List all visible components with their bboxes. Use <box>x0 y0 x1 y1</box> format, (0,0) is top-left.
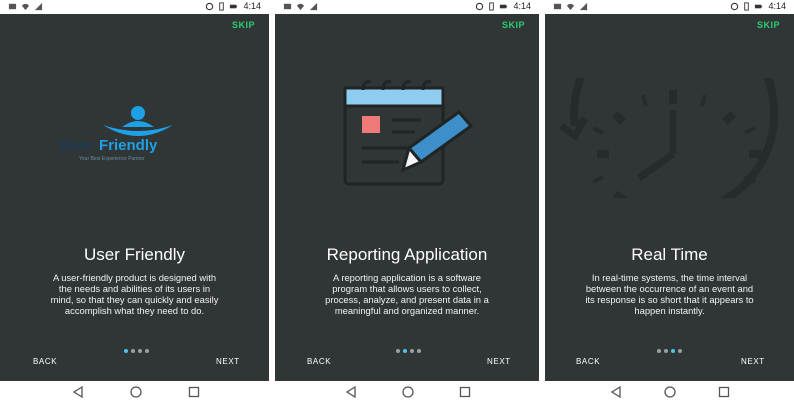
skip-button[interactable]: SKIP <box>502 20 525 30</box>
onboarding-screen-3: 4:14 SKIP Real Time In real-time systems… <box>545 0 794 403</box>
nav-bar <box>275 381 539 403</box>
messages-icon <box>8 3 17 10</box>
signal-icon <box>579 2 588 11</box>
back-triangle-icon[interactable] <box>345 386 357 398</box>
vibrate-icon <box>489 1 495 11</box>
skip-button[interactable]: SKIP <box>232 20 255 30</box>
page-dot[interactable] <box>671 349 675 353</box>
battery-icon <box>500 4 508 8</box>
home-circle-icon[interactable] <box>130 386 142 398</box>
description-line: its response is so short that it appears… <box>585 294 754 305</box>
recents-square-icon[interactable] <box>718 386 730 398</box>
status-bar: 4:14 <box>545 0 794 14</box>
back-triangle-icon[interactable] <box>72 386 84 398</box>
alarm-icon <box>206 2 214 10</box>
nav-bar <box>0 381 269 403</box>
next-button[interactable]: NEXT <box>487 357 511 366</box>
onboarding-screen-2: 4:14 SKIP Reporting Application A report… <box>275 0 539 403</box>
user-body-icon <box>122 121 154 127</box>
page-indicator <box>396 349 421 353</box>
description-line: mind, so that they can quickly and easil… <box>50 294 219 305</box>
wifi-icon <box>296 3 305 11</box>
messages-icon <box>553 3 562 10</box>
status-bar: 4:14 <box>275 0 539 14</box>
page-indicator <box>124 349 149 353</box>
description-line: A reporting application is a software <box>333 272 481 283</box>
description-line: accomplish what they need to do. <box>64 305 205 316</box>
page-dot[interactable] <box>403 349 407 353</box>
recents-square-icon[interactable] <box>188 386 200 398</box>
nav-bar <box>545 381 794 403</box>
screen-title: Real Time <box>631 245 708 264</box>
description-line: between the occurrence of an event and <box>585 283 754 294</box>
page-dot[interactable] <box>678 349 682 353</box>
page-dot[interactable] <box>396 349 400 353</box>
next-button[interactable]: NEXT <box>216 357 240 366</box>
page-dot[interactable] <box>664 349 668 353</box>
page-dot[interactable] <box>124 349 128 353</box>
description-line: program that allows users to collect, <box>332 283 482 294</box>
report-notepad-icon <box>343 80 474 186</box>
screen-title: User Friendly <box>83 245 186 264</box>
logo-text-user: User <box>59 137 93 154</box>
screen-description: In real-time systems, the time interval … <box>551 272 788 316</box>
back-button[interactable]: BACK <box>307 357 331 366</box>
vibrate-icon <box>744 1 750 11</box>
user-friendly-logo: User Friendly Your Best Experience Partn… <box>59 106 173 162</box>
battery-icon <box>230 4 238 8</box>
status-time: 4:14 <box>243 1 261 11</box>
page-dot[interactable] <box>131 349 135 353</box>
back-button[interactable]: BACK <box>33 357 57 366</box>
status-time: 4:14 <box>768 1 786 11</box>
back-triangle-icon[interactable] <box>610 386 622 398</box>
status-time: 4:14 <box>513 1 531 11</box>
home-circle-icon[interactable] <box>402 386 414 398</box>
description-line: process, analyze, and present data in a <box>325 294 489 305</box>
skip-button[interactable]: SKIP <box>757 20 780 30</box>
logo-tagline: Your Best Experience Partner <box>79 156 145 162</box>
screen-description: A reporting application is a software pr… <box>283 272 531 316</box>
description-line: the needs and abilities of its users in <box>58 283 211 294</box>
status-bar: 4:14 <box>0 0 269 14</box>
user-head-icon <box>131 106 145 120</box>
battery-icon <box>755 4 763 8</box>
recents-square-icon[interactable] <box>459 386 471 398</box>
description-line: In real-time systems, the time interval <box>591 272 748 283</box>
page-dot[interactable] <box>410 349 414 353</box>
vibrate-icon <box>219 1 225 11</box>
screen-title: Reporting Application <box>326 245 488 264</box>
alarm-icon <box>476 2 484 10</box>
wifi-icon <box>21 3 30 11</box>
screen-description: A user-friendly product is designed with… <box>8 272 261 316</box>
page-dot[interactable] <box>145 349 149 353</box>
logo-text-friendly: Friendly <box>99 137 158 154</box>
messages-icon <box>283 3 292 10</box>
signal-icon <box>309 2 318 11</box>
onboarding-screen-1: 4:14 SKIP User Friendly Your Best Experi… <box>0 0 269 403</box>
page-dot[interactable] <box>138 349 142 353</box>
signal-icon <box>34 2 43 11</box>
clock-icon <box>558 78 779 198</box>
alarm-icon <box>731 2 739 10</box>
home-circle-icon[interactable] <box>664 386 676 398</box>
back-button[interactable]: BACK <box>576 357 600 366</box>
page-dot[interactable] <box>657 349 661 353</box>
page-indicator <box>657 349 682 353</box>
wifi-icon <box>566 3 575 11</box>
description-line: meaningful and organized manner. <box>334 305 480 316</box>
description-line: happen instantly. <box>634 305 705 316</box>
page-dot[interactable] <box>417 349 421 353</box>
description-line: A user-friendly product is designed with <box>52 272 217 283</box>
next-button[interactable]: NEXT <box>741 357 765 366</box>
